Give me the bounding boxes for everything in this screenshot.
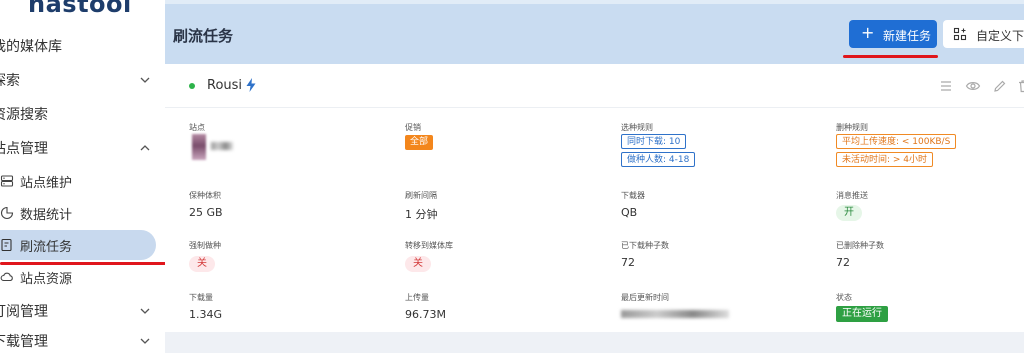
- new-task-button[interactable]: + 新建任务: [849, 20, 937, 48]
- last-update-blurred: [621, 310, 729, 318]
- sidebar-item-brush-tasks[interactable]: 刷流任务: [0, 230, 156, 260]
- sidebar-item-site-resources[interactable]: 站点资源: [0, 262, 165, 292]
- field-label-seed-rules: 选种规则: [621, 123, 653, 132]
- field-label-upload-amount: 上传量: [405, 293, 429, 302]
- seed-rule-tag: 同时下载: 10: [621, 134, 687, 149]
- site-avatar-blurred: [192, 134, 206, 160]
- field-label-state: 状态: [836, 293, 852, 302]
- status-dot: [189, 83, 195, 89]
- plus-icon: +: [861, 23, 875, 42]
- field-value-refresh-interval: 1 分钟: [405, 208, 438, 221]
- site-text-blurred: [211, 142, 233, 150]
- field-value-downloaded-count: 72: [621, 256, 635, 269]
- sidebar-item-media-library[interactable]: 我的媒体库: [0, 31, 165, 61]
- server-icon: [0, 175, 14, 187]
- site-name: Rousi: [207, 78, 243, 93]
- sidebar-item-subscriptions[interactable]: 订阅管理: [0, 296, 165, 326]
- eye-icon[interactable]: [965, 78, 981, 94]
- sidebar-item-resource-search[interactable]: 资源搜索: [0, 99, 165, 129]
- sidebar-item-downloads[interactable]: 下载管理: [0, 326, 165, 353]
- sidebar-item-data-stats[interactable]: 数据统计: [0, 198, 165, 228]
- field-label-last-update: 最后更新时间: [621, 293, 669, 302]
- field-value-upload-amount: 96.73M: [405, 308, 446, 321]
- promo-tag: 全部: [405, 135, 434, 150]
- custom-download-button[interactable]: 自定义下载: [943, 20, 1024, 48]
- sidebar: nastool 我的媒体库 探索 资源搜索 站点管理 站点维护 数据统计 刷流任…: [0, 0, 165, 353]
- field-label-download-amount: 下载量: [189, 293, 213, 302]
- field-label-force-seed: 强制做种: [189, 241, 221, 250]
- pie-chart-icon: [0, 206, 14, 220]
- field-label-downloaded-count: 已下载种子数: [621, 241, 669, 250]
- notify-status-badge: 开: [836, 205, 862, 221]
- task-list-icon: [1, 238, 12, 252]
- delete-rule-tag: 平均上传速度: < 100KB/S: [836, 134, 957, 149]
- field-label-refresh-interval: 刷新间隔: [405, 191, 437, 200]
- page-title: 刷流任务: [173, 27, 234, 45]
- field-label-delete-rules: 删种规则: [836, 123, 868, 132]
- state-badge: 正在运行: [836, 306, 888, 322]
- field-value-download-amount: 1.34G: [189, 308, 223, 321]
- chevron-up-icon: [140, 145, 150, 151]
- delete-rule-tag: 未活动时间: > 4小时: [836, 152, 934, 167]
- card-header: Rousi: [165, 64, 1024, 108]
- seed-rule-tag: 做种人数: 4-18: [621, 152, 696, 167]
- force-seed-badge: 关: [189, 256, 215, 272]
- edit-icon[interactable]: [992, 78, 1008, 94]
- chevron-down-icon: [140, 308, 150, 314]
- sidebar-item-explore[interactable]: 探索: [0, 65, 165, 95]
- app-logo: nastool: [28, 0, 132, 18]
- lightning-icon: [246, 78, 256, 92]
- field-label-promo: 促销: [405, 123, 421, 132]
- chevron-down-icon: [140, 338, 150, 344]
- field-value-deleted-count: 72: [836, 256, 850, 269]
- menu-icon[interactable]: [938, 78, 954, 94]
- field-value-seed-size: 25 GB: [189, 206, 223, 219]
- delete-icon[interactable]: [1016, 78, 1024, 94]
- chevron-down-icon: [140, 77, 150, 83]
- field-label-site: 站点: [189, 123, 205, 132]
- transfer-library-badge: 关: [405, 256, 431, 272]
- field-label-transfer-library: 转移到媒体库: [405, 241, 453, 250]
- field-label-seed-size: 保种体积: [189, 191, 221, 200]
- grid-add-icon: [953, 27, 967, 41]
- annotation-underline: [843, 55, 938, 58]
- field-value-downloader: QB: [621, 206, 638, 219]
- brush-task-card: Rousi 站点 促销 全部 选种规则 同时下载: 10 做种人数: 4-18 …: [165, 64, 1024, 332]
- header-top-strip: [165, 0, 1024, 4]
- field-label-downloader: 下载器: [621, 191, 645, 200]
- sidebar-item-site-maintenance[interactable]: 站点维护: [0, 166, 165, 196]
- sidebar-item-site-management[interactable]: 站点管理: [0, 133, 165, 163]
- bottom-strip: [165, 332, 1024, 353]
- field-label-notify: 消息推送: [836, 191, 868, 200]
- cloud-icon: [0, 272, 13, 282]
- field-label-deleted-count: 已删除种子数: [836, 241, 884, 250]
